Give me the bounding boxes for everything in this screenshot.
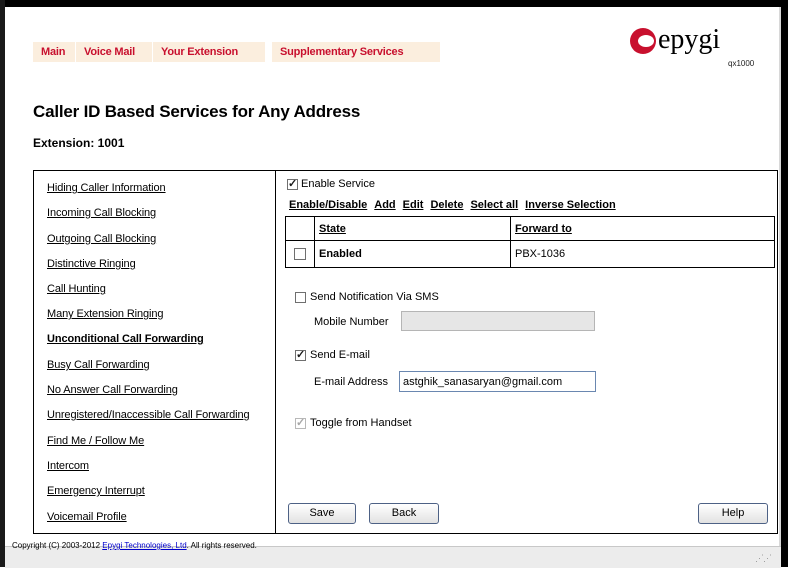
sidebar-item-outgoing-call-blocking[interactable]: Outgoing Call Blocking xyxy=(47,233,156,245)
row-state: Enabled xyxy=(314,240,511,268)
sms-notification-checkbox[interactable] xyxy=(295,291,306,303)
logo-text: epygi xyxy=(658,24,721,55)
email-address-field[interactable] xyxy=(399,371,596,392)
header-forward-to[interactable]: Forward to xyxy=(510,216,775,241)
page-title: Caller ID Based Services for Any Address xyxy=(33,102,361,121)
action-delete[interactable]: Delete xyxy=(430,199,463,211)
toggle-from-handset-label: Toggle from Handset xyxy=(310,417,412,429)
forwarding-table: State Forward to Enabled PBX-1036 xyxy=(285,216,775,268)
table-actions: Enable/Disable Add Edit Delete Select al… xyxy=(289,199,616,211)
header-select-cell xyxy=(285,216,315,241)
email-address-label: E-mail Address xyxy=(314,376,388,388)
nav-supplementary-services[interactable]: Supplementary Services xyxy=(272,42,440,62)
send-email-label: Send E-mail xyxy=(310,349,370,361)
send-email-checkbox[interactable] xyxy=(295,348,306,361)
sidebar-item-voicemail-profile[interactable]: Voicemail Profile xyxy=(47,511,127,523)
nav-voice-mail[interactable]: Voice Mail xyxy=(76,42,152,62)
action-select-all[interactable]: Select all xyxy=(470,199,518,211)
top-nav: Main Voice Mail Your Extension Supplemen… xyxy=(33,42,441,62)
toggle-from-handset-checkbox[interactable] xyxy=(295,416,306,429)
action-edit[interactable]: Edit xyxy=(403,199,424,211)
sidebar-item-intercom[interactable]: Intercom xyxy=(47,460,89,472)
sidebar-item-call-hunting[interactable]: Call Hunting xyxy=(47,283,106,295)
toggle-from-handset-row: Toggle from Handset xyxy=(295,416,412,429)
logo-model: qx1000 xyxy=(728,59,755,68)
action-inverse-selection[interactable]: Inverse Selection xyxy=(525,199,616,211)
sidebar-item-unregistered-call-forwarding[interactable]: Unregistered/Inaccessible Call Forwardin… xyxy=(47,409,250,421)
enable-service-label: Enable Service xyxy=(301,178,375,190)
header-state[interactable]: State xyxy=(314,216,511,241)
nav-main[interactable]: Main xyxy=(33,42,75,62)
sidebar-item-incoming-call-blocking[interactable]: Incoming Call Blocking xyxy=(47,207,156,219)
sidebar-item-hiding-caller-information[interactable]: Hiding Caller Information xyxy=(47,182,166,194)
vertical-scrollbar[interactable] xyxy=(779,7,781,552)
services-sidebar: Hiding Caller Information Incoming Call … xyxy=(34,171,276,533)
resize-grip-icon[interactable]: ⋰⋰ xyxy=(755,553,772,564)
logo-mark-icon xyxy=(630,28,656,54)
window-left-border xyxy=(0,0,5,567)
sidebar-item-distinctive-ringing[interactable]: Distinctive Ringing xyxy=(47,258,136,270)
settings-content: Enable Service Enable/Disable Add Edit D… xyxy=(276,171,777,533)
extension-label: Extension: 1001 xyxy=(33,136,125,150)
main-box: Hiding Caller Information Incoming Call … xyxy=(33,170,778,534)
window-top-border xyxy=(0,0,788,7)
row-select-checkbox[interactable] xyxy=(294,248,306,261)
sidebar-item-many-extension-ringing[interactable]: Many Extension Ringing xyxy=(47,308,164,320)
sms-notification-label: Send Notification Via SMS xyxy=(310,291,439,303)
help-button[interactable]: Help xyxy=(698,503,768,524)
footer-prefix: Copyright (C) 2003-2012 xyxy=(12,541,103,550)
send-email-row: Send E-mail xyxy=(295,348,370,361)
table-row[interactable]: Enabled PBX-1036 xyxy=(285,240,775,268)
row-select-cell xyxy=(285,240,315,268)
mobile-number-field[interactable] xyxy=(401,311,595,331)
sidebar-item-unconditional-call-forwarding[interactable]: Unconditional Call Forwarding xyxy=(47,333,204,345)
footer-company-link[interactable]: Epygi Technologies, Ltd xyxy=(102,541,186,550)
back-button[interactable]: Back xyxy=(369,503,439,524)
nav-your-extension[interactable]: Your Extension xyxy=(153,42,265,62)
mobile-number-label: Mobile Number xyxy=(314,316,389,328)
enable-service-checkbox[interactable] xyxy=(287,177,298,190)
enable-service-row: Enable Service xyxy=(287,177,375,190)
table-header-row: State Forward to xyxy=(285,216,775,241)
sidebar-item-find-me-follow-me[interactable]: Find Me / Follow Me xyxy=(47,435,144,447)
sidebar-item-busy-call-forwarding[interactable]: Busy Call Forwarding xyxy=(47,359,150,371)
action-enable-disable[interactable]: Enable/Disable xyxy=(289,199,367,211)
save-button[interactable]: Save xyxy=(288,503,356,524)
sidebar-item-emergency-interrupt[interactable]: Emergency Interrupt xyxy=(47,485,145,497)
epygi-logo: epygi qx1000 xyxy=(625,24,760,90)
copyright-footer: Copyright (C) 2003-2012 Epygi Technologi… xyxy=(12,541,257,550)
window-right-border xyxy=(781,0,788,567)
footer-suffix: . All rights reserved. xyxy=(186,541,257,550)
sms-notification-row: Send Notification Via SMS xyxy=(295,291,439,303)
sidebar-item-no-answer-call-forwarding[interactable]: No Answer Call Forwarding xyxy=(47,384,178,396)
row-forward-to: PBX-1036 xyxy=(510,240,775,268)
action-add[interactable]: Add xyxy=(374,199,395,211)
